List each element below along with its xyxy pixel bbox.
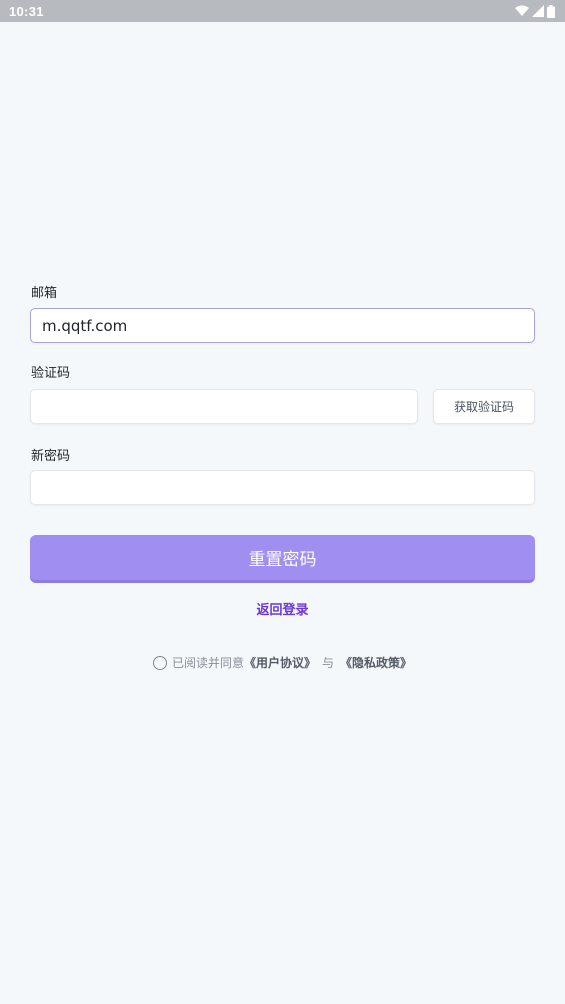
battery-icon xyxy=(547,4,555,18)
get-code-button[interactable]: 获取验证码 xyxy=(433,389,535,424)
status-bar: 10:31 xyxy=(0,0,565,22)
wifi-icon xyxy=(515,5,529,17)
back-to-login-link[interactable]: 返回登录 xyxy=(0,599,565,618)
new-password-label: 新密码 xyxy=(31,449,71,464)
status-time: 10:31 xyxy=(9,3,44,19)
user-agreement-link[interactable]: 《用户协议》 xyxy=(244,654,316,671)
code-field[interactable] xyxy=(31,390,417,423)
privacy-policy-link[interactable]: 《隐私政策》 xyxy=(340,654,412,671)
agree-checkbox[interactable] xyxy=(152,655,167,670)
email-field[interactable] xyxy=(31,309,534,342)
code-field-box xyxy=(30,389,418,424)
agreement-prefix: 已阅读并同意 xyxy=(171,656,244,670)
code-label: 验证码 xyxy=(31,366,71,381)
email-label: 邮箱 xyxy=(31,286,58,301)
new-password-field[interactable] xyxy=(31,471,534,504)
email-field-box xyxy=(30,308,535,343)
status-icons xyxy=(515,4,555,18)
agreement-separator: 与 xyxy=(322,656,335,670)
reset-password-button[interactable]: 重置密码 xyxy=(30,535,535,583)
cell-signal-icon xyxy=(532,5,544,17)
new-password-field-box xyxy=(30,470,535,505)
agreement-row: 已阅读并同意 《用户协议》 与 《隐私政策》 xyxy=(0,654,565,671)
